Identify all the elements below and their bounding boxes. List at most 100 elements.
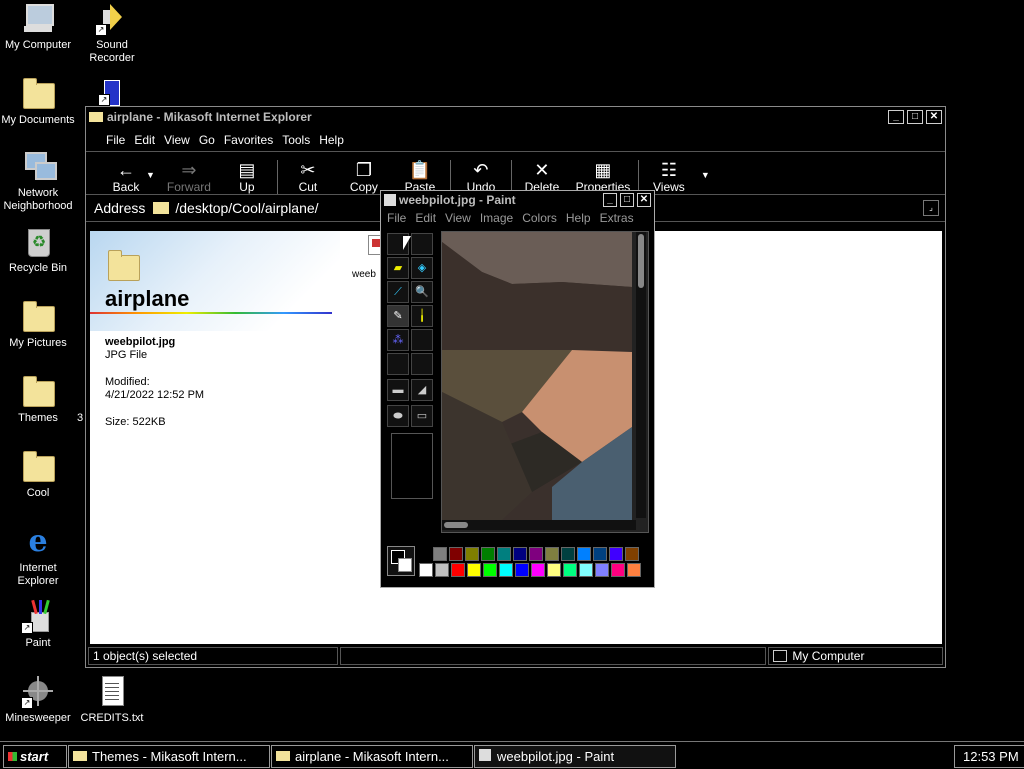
desktop-icon-credits[interactable]: CREDITS.txt bbox=[74, 675, 150, 725]
curve-tool[interactable] bbox=[411, 353, 433, 375]
palette-swatch[interactable] bbox=[577, 547, 591, 561]
palette-swatch[interactable] bbox=[481, 547, 495, 561]
desktop-icon-network-neighborhood[interactable]: Network Neighborhood bbox=[0, 150, 76, 213]
palette-swatch[interactable] bbox=[561, 547, 575, 561]
palette-swatch[interactable] bbox=[547, 563, 561, 577]
paint-shortcut-partial-icon[interactable]: ↗ bbox=[98, 78, 122, 106]
views-dropdown-icon[interactable]: ▼ bbox=[701, 170, 710, 180]
task-paint[interactable]: weebpilot.jpg - Paint bbox=[474, 745, 676, 768]
delete-button[interactable]: ✕ Delete bbox=[514, 160, 570, 194]
palette-swatch[interactable] bbox=[563, 563, 577, 577]
tool-options-box[interactable] bbox=[391, 433, 433, 499]
menu-extras[interactable]: Extras bbox=[600, 211, 634, 229]
palette-swatch[interactable] bbox=[627, 563, 641, 577]
ellipse-icon[interactable]: ⬬ bbox=[387, 405, 409, 427]
minimize-button[interactable]: _ bbox=[888, 110, 904, 124]
close-button[interactable]: ✕ bbox=[637, 193, 651, 207]
magnifier-icon[interactable]: 🔍 bbox=[411, 281, 433, 303]
palette-swatch[interactable] bbox=[465, 547, 479, 561]
menu-file[interactable]: File bbox=[387, 211, 406, 229]
palette-swatch[interactable] bbox=[515, 563, 529, 577]
scroll-thumb[interactable] bbox=[638, 234, 644, 288]
current-colors[interactable] bbox=[387, 546, 415, 576]
scroll-thumb[interactable] bbox=[444, 522, 468, 528]
explorer-titlebar[interactable]: airplane - Mikasoft Internet Explorer _ … bbox=[86, 107, 945, 127]
palette-swatch[interactable] bbox=[609, 547, 623, 561]
palette-swatch[interactable] bbox=[513, 547, 527, 561]
back-dropdown-icon[interactable]: ▼ bbox=[146, 170, 155, 180]
menu-edit[interactable]: Edit bbox=[415, 211, 436, 229]
palette-swatch[interactable] bbox=[611, 563, 625, 577]
palette-swatch[interactable] bbox=[419, 563, 433, 577]
vertical-scrollbar[interactable] bbox=[636, 232, 646, 518]
forward-button[interactable]: ⇒ Forward bbox=[159, 160, 219, 194]
menu-view[interactable]: View bbox=[164, 133, 190, 151]
desktop-icon-paint[interactable]: ↗ Paint bbox=[0, 599, 76, 650]
palette-swatch[interactable] bbox=[497, 547, 511, 561]
palette-swatch[interactable] bbox=[499, 563, 513, 577]
paint-canvas[interactable] bbox=[441, 231, 649, 533]
desktop-icon-themes[interactable]: Themes bbox=[0, 375, 76, 425]
palette-swatch[interactable] bbox=[449, 547, 463, 561]
cut-button[interactable]: ✂ Cut bbox=[280, 160, 336, 194]
airbrush-icon[interactable]: ⁂ bbox=[387, 329, 409, 351]
paste-button[interactable]: 📋 Paste bbox=[392, 160, 448, 194]
desktop-icon-internet-explorer[interactable]: e Internet Explorer bbox=[0, 525, 76, 588]
menu-help[interactable]: Help bbox=[319, 133, 344, 151]
desktop-icon-recycle-bin[interactable]: ♻ Recycle Bin bbox=[0, 225, 76, 275]
desktop-icon-my-computer[interactable]: My Computer bbox=[0, 2, 76, 52]
undo-button[interactable]: ↶ Undo bbox=[453, 160, 509, 194]
menu-go[interactable]: Go bbox=[199, 133, 215, 151]
polygon-icon[interactable]: ◢ bbox=[411, 379, 433, 401]
menu-view[interactable]: View bbox=[445, 211, 471, 229]
palette-swatch[interactable] bbox=[467, 563, 481, 577]
palette-swatch[interactable] bbox=[451, 563, 465, 577]
task-airplane[interactable]: airplane - Mikasoft Intern... bbox=[271, 745, 473, 768]
address-go-button[interactable]: ⌟ bbox=[923, 200, 939, 216]
desktop-icon-cool[interactable]: Cool bbox=[0, 450, 76, 500]
palette-swatch[interactable] bbox=[545, 547, 559, 561]
paint-window[interactable]: weebpilot.jpg - Paint _ □ ✕ File Edit Vi… bbox=[380, 190, 655, 588]
eraser-icon[interactable]: ▰ bbox=[387, 257, 409, 279]
rounded-rect-icon[interactable]: ▭ bbox=[411, 405, 433, 427]
menu-tools[interactable]: Tools bbox=[282, 133, 310, 151]
desktop-icon-my-documents[interactable]: My Documents bbox=[0, 77, 76, 127]
desktop-icon-minesweeper[interactable]: ↗ Minesweeper bbox=[0, 675, 76, 725]
palette-swatch[interactable] bbox=[531, 563, 545, 577]
eyedropper-icon[interactable]: ⟋ bbox=[387, 281, 409, 303]
start-button[interactable]: start bbox=[3, 745, 67, 768]
desktop-icon-sound-recorder[interactable]: ↗ Sound Recorder bbox=[74, 2, 150, 65]
brush-icon[interactable]: ╽ bbox=[411, 305, 433, 327]
palette-swatch[interactable] bbox=[579, 563, 593, 577]
maximize-button[interactable]: □ bbox=[907, 110, 923, 124]
close-button[interactable]: ✕ bbox=[926, 110, 942, 124]
minimize-button[interactable]: _ bbox=[603, 193, 617, 207]
palette-swatch[interactable] bbox=[593, 547, 607, 561]
rect-select-tool[interactable] bbox=[411, 233, 433, 255]
text-tool[interactable] bbox=[411, 329, 433, 351]
palette-swatch[interactable] bbox=[625, 547, 639, 561]
rectangle-icon[interactable]: ▬ bbox=[387, 379, 409, 401]
task-themes[interactable]: Themes - Mikasoft Intern... bbox=[68, 745, 270, 768]
views-button[interactable]: ☷ Views bbox=[641, 160, 697, 194]
menu-image[interactable]: Image bbox=[480, 211, 513, 229]
desktop-icon-my-pictures[interactable]: My Pictures bbox=[0, 300, 76, 350]
copy-button[interactable]: ❐ Copy bbox=[336, 160, 392, 194]
properties-button[interactable]: ▦ Properties bbox=[570, 160, 636, 194]
pencil-icon[interactable]: ✎ bbox=[387, 305, 409, 327]
palette-swatch[interactable] bbox=[483, 563, 497, 577]
fill-bucket-icon[interactable]: ◈ bbox=[411, 257, 433, 279]
menu-file[interactable]: File bbox=[106, 133, 125, 151]
palette-swatch[interactable] bbox=[595, 563, 609, 577]
menu-help[interactable]: Help bbox=[566, 211, 591, 229]
menu-colors[interactable]: Colors bbox=[522, 211, 557, 229]
paint-titlebar[interactable]: weebpilot.jpg - Paint _ □ ✕ bbox=[381, 191, 654, 209]
maximize-button[interactable]: □ bbox=[620, 193, 634, 207]
palette-swatch[interactable] bbox=[433, 547, 447, 561]
horizontal-scrollbar[interactable] bbox=[442, 520, 636, 530]
menu-edit[interactable]: Edit bbox=[134, 133, 155, 151]
palette-swatch[interactable] bbox=[529, 547, 543, 561]
line-tool[interactable] bbox=[387, 353, 409, 375]
up-button[interactable]: ▤ Up bbox=[219, 160, 275, 194]
menu-favorites[interactable]: Favorites bbox=[224, 133, 273, 151]
